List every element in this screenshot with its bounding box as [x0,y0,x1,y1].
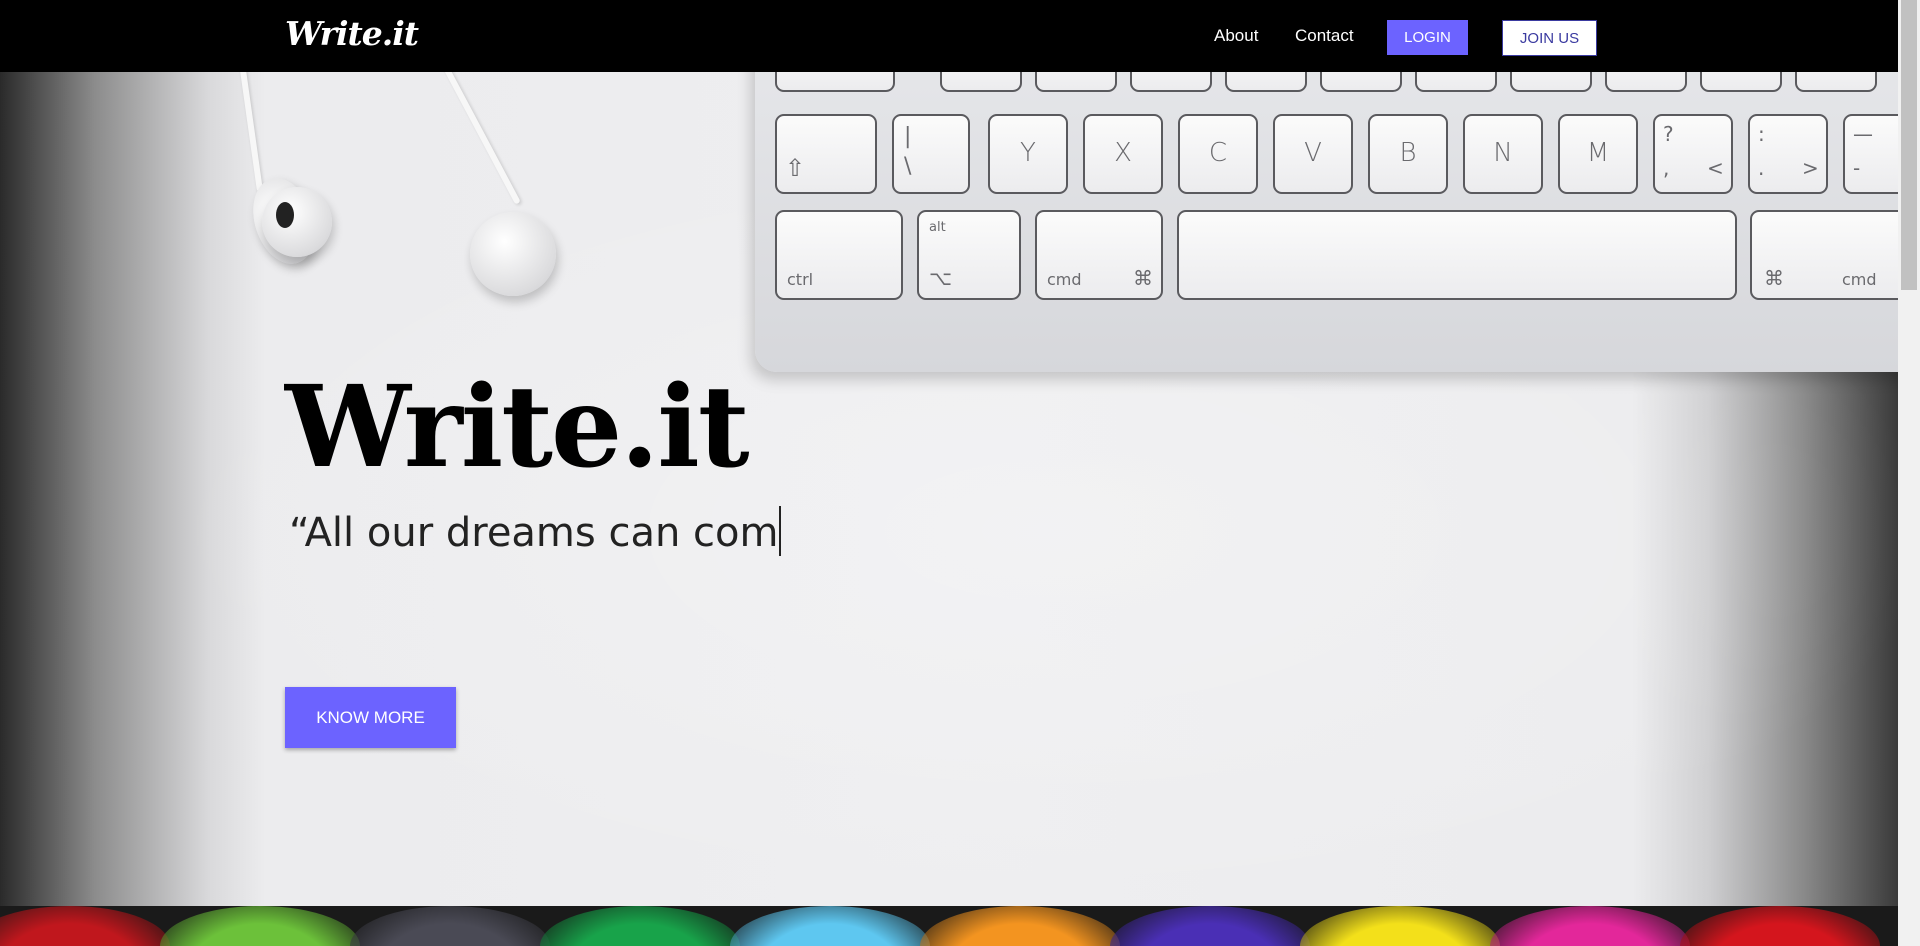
umbrella [730,906,930,946]
login-button[interactable]: LOGIN [1387,20,1468,55]
key-shift: ⇧ [775,114,877,194]
earbud-left-speaker [276,202,294,228]
umbrella [920,906,1120,946]
know-more-button[interactable]: KNOW MORE [285,687,456,748]
key-y: Y [988,114,1068,194]
key-b: B [1368,114,1448,194]
key-alt: alt ⌥ [917,210,1021,300]
umbrella [1300,906,1500,946]
umbrella [1110,906,1310,946]
key-top-10 [1700,72,1782,92]
umbrella [1490,906,1690,946]
key-space [1177,210,1737,300]
key-ctrl: ctrl [775,210,903,300]
hero-quote: “All our dreams can com [289,506,782,556]
earbud-left-head [262,187,332,257]
key-top-5 [1225,72,1307,92]
shift-icon: ⇧ [785,154,806,182]
key-top-9 [1605,72,1687,92]
key-v: V [1273,114,1353,194]
umbrella-banner-image [0,906,1898,946]
option-icon: ⌥ [929,266,953,290]
scrollbar-thumb[interactable] [1901,0,1917,290]
umbrella [1680,906,1880,946]
key-top-1 [775,72,895,92]
brand-logo[interactable]: Write.it [285,14,419,53]
key-backslash: | \ [892,114,970,194]
key-top-11 [1795,72,1877,92]
nav-link-about[interactable]: About [1214,26,1258,46]
key-cmd-right: ⌘ cmd [1750,210,1898,300]
join-us-button[interactable]: JOIN US [1502,20,1597,56]
key-top-3 [1035,72,1117,92]
key-top-6 [1320,72,1402,92]
key-n: N [1463,114,1543,194]
navbar: Write.it About Contact LOGIN JOIN US [0,0,1898,72]
key-top-7 [1415,72,1497,92]
umbrella [0,906,170,946]
page-scrollbar[interactable] [1898,0,1920,946]
key-top-8 [1510,72,1592,92]
key-c: C [1178,114,1258,194]
key-dash: — - [1843,114,1898,194]
keyboard-image: ⇧ | \ Y X C V B N M ? , < : . > — - ctrl [755,72,1898,372]
hero-section: ⇧ | \ Y X C V B N M ? , < : . > — - ctrl [0,72,1898,906]
umbrella [540,906,740,946]
hero-title: Write.it [285,362,750,493]
key-top-4 [1130,72,1212,92]
key-cmd-left: cmd ⌘ [1035,210,1163,300]
command-icon-right: ⌘ [1764,266,1784,290]
key-colon: : . > [1748,114,1828,194]
typing-caret [779,506,782,556]
key-m: M [1558,114,1638,194]
umbrella [160,906,360,946]
key-question: ? , < [1653,114,1733,194]
command-icon: ⌘ [1133,266,1153,290]
hero-quote-text: “All our dreams can com [289,510,779,556]
key-top-2 [940,72,1022,92]
earbud-right [470,212,556,296]
umbrella [350,906,550,946]
key-x: X [1083,114,1163,194]
nav-link-contact[interactable]: Contact [1295,26,1354,46]
